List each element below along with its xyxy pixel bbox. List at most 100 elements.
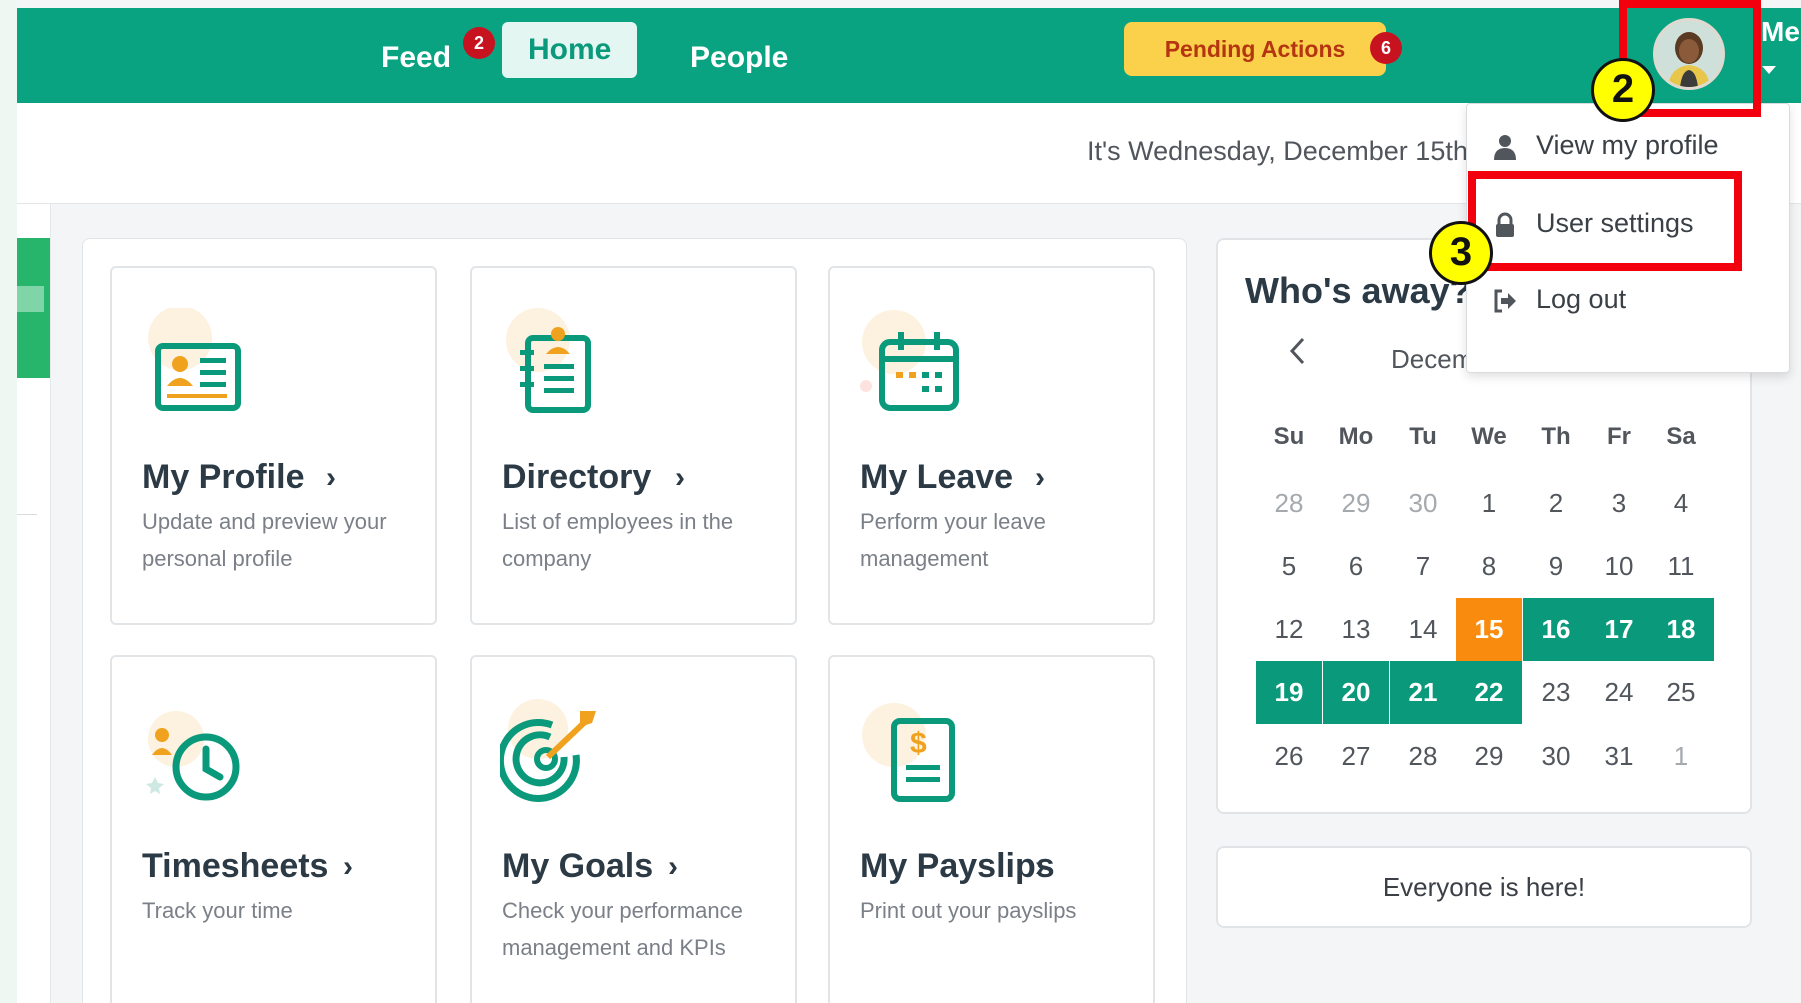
calendar-day[interactable]: 16 <box>1523 598 1589 661</box>
card-description: Check your performance management and KP… <box>502 898 743 960</box>
sidebar-divider <box>17 514 37 515</box>
annotation-step-2: 2 <box>1591 58 1655 122</box>
calendar-day[interactable]: 29 <box>1323 472 1389 535</box>
card-my-profile[interactable]: My Profile › Update and preview your per… <box>110 266 437 625</box>
annotation-step-3: 3 <box>1429 221 1493 285</box>
calendar-day[interactable]: 9 <box>1523 535 1589 598</box>
calendar-day[interactable]: 23 <box>1523 661 1589 724</box>
calendar-day[interactable]: 7 <box>1390 535 1456 598</box>
calendar-day[interactable]: 26 <box>1256 725 1322 788</box>
menu-item-view-profile[interactable]: View my profile <box>1492 125 1719 165</box>
calendar-day[interactable]: 15 <box>1456 598 1522 661</box>
calendar-day[interactable]: 30 <box>1523 725 1589 788</box>
card-description: Track your time <box>142 898 293 923</box>
chevron-right-icon: › <box>1035 461 1045 494</box>
feed-badge: 2 <box>463 27 495 59</box>
logout-icon <box>1494 289 1516 313</box>
chevron-right-icon: › <box>1035 850 1045 883</box>
everyone-here-message: Everyone is here! <box>1216 846 1752 928</box>
calendar-day[interactable]: 8 <box>1456 535 1522 598</box>
pending-actions-button[interactable]: Pending Actions <box>1124 22 1386 76</box>
card-description: Print out your payslips <box>860 898 1077 923</box>
calendar-day[interactable]: 29 <box>1456 725 1522 788</box>
chevron-right-icon: › <box>675 461 685 494</box>
payslip-icon: $ <box>862 703 955 802</box>
nav-home[interactable]: Home <box>502 22 638 78</box>
nav-people[interactable]: People <box>690 30 788 86</box>
card-title: My Payslips <box>860 847 1055 885</box>
directory-icon <box>506 308 591 413</box>
calendar-day[interactable]: 12 <box>1256 598 1322 661</box>
chevron-left-icon[interactable] <box>1287 336 1307 366</box>
calendar-day[interactable]: 10 <box>1586 535 1652 598</box>
chevron-right-icon: › <box>343 850 353 883</box>
menu-item-log-out[interactable]: Log out <box>1492 279 1626 319</box>
target-icon <box>500 699 596 802</box>
calendar-weekday: We <box>1471 423 1507 450</box>
calendar-day[interactable]: 2 <box>1523 472 1589 535</box>
calendar-day[interactable]: 13 <box>1323 598 1389 661</box>
calendar-day[interactable]: 5 <box>1256 535 1322 598</box>
calendar-day[interactable]: 1 <box>1456 472 1522 535</box>
card-directory[interactable]: Directory › List of employees in the com… <box>470 266 797 625</box>
card-title: My Profile <box>142 458 305 496</box>
card-description: List of employees in the company <box>502 509 734 571</box>
left-edge <box>0 0 17 1003</box>
calendar-day[interactable]: 1 <box>1648 725 1714 788</box>
calendar-weekday: Fr <box>1607 423 1631 450</box>
calendar-day[interactable]: 27 <box>1323 725 1389 788</box>
left-sidebar <box>17 100 51 1003</box>
nav-feed[interactable]: Feed <box>381 30 451 86</box>
user-icon <box>1494 134 1516 160</box>
sidebar-active-icon <box>17 286 44 312</box>
chevron-right-icon: › <box>326 461 336 494</box>
card-my-leave[interactable]: My Leave › Perform your leave management <box>828 266 1155 625</box>
whos-away-title: Who's away? <box>1245 270 1472 311</box>
page: Feed 2 Home People Pending Actions 6 Me … <box>0 0 1801 1003</box>
card-title: My Goals <box>502 847 654 885</box>
calendar-day[interactable]: 11 <box>1648 535 1714 598</box>
chevron-right-icon: › <box>668 850 678 883</box>
calendar-day[interactable]: 4 <box>1648 472 1714 535</box>
profile-card-icon <box>148 308 241 411</box>
calendar-day[interactable]: 24 <box>1586 661 1652 724</box>
calendar-icon <box>860 310 959 411</box>
calendar-day[interactable]: 19 <box>1256 661 1322 724</box>
card-title: Timesheets <box>142 847 329 885</box>
clock-icon <box>146 711 240 801</box>
calendar-day[interactable]: 22 <box>1456 661 1522 724</box>
card-description: Perform your leave management <box>860 509 1046 571</box>
card-title: My Leave <box>860 458 1014 496</box>
calendar-day[interactable]: 14 <box>1390 598 1456 661</box>
pending-actions-badge: 6 <box>1370 32 1402 64</box>
calendar-day[interactable]: 25 <box>1648 661 1714 724</box>
calendar-weekday: Tu <box>1409 423 1437 450</box>
me-menu-label[interactable]: Me <box>1761 16 1800 48</box>
card-my-payslips[interactable]: $ My Payslips › Print out your payslips <box>828 655 1155 1003</box>
top-navbar <box>17 8 1801 103</box>
calendar-day[interactable]: 20 <box>1323 661 1389 724</box>
calendar-weekday: Su <box>1273 423 1305 450</box>
chevron-down-icon[interactable] <box>1762 66 1776 74</box>
calendar-weekday: Sa <box>1666 423 1696 450</box>
annotation-highlight-user-settings <box>1468 171 1742 271</box>
calendar-day[interactable]: 17 <box>1586 598 1652 661</box>
date-greeting: It's Wednesday, December 15th <box>1087 136 1468 166</box>
menu-item-label: Log out <box>1536 284 1627 314</box>
calendar-day[interactable]: 21 <box>1390 661 1456 724</box>
calendar-day[interactable]: 6 <box>1323 535 1389 598</box>
calendar-day[interactable]: 31 <box>1586 725 1652 788</box>
calendar-weekday: Mo <box>1338 423 1374 450</box>
calendar-day[interactable]: 18 <box>1648 598 1714 661</box>
svg-text:$: $ <box>910 727 927 760</box>
card-title: Directory <box>502 458 652 496</box>
calendar-day[interactable]: 28 <box>1390 725 1456 788</box>
calendar-day[interactable]: 30 <box>1390 472 1456 535</box>
calendar-day[interactable]: 28 <box>1256 472 1322 535</box>
calendar-day[interactable]: 3 <box>1586 472 1652 535</box>
menu-item-label: View my profile <box>1536 130 1719 160</box>
card-timesheets[interactable]: Timesheets › Track your time <box>110 655 437 1003</box>
card-description: Update and preview your personal profile <box>142 509 387 571</box>
card-my-goals[interactable]: My Goals › Check your performance manage… <box>470 655 797 1003</box>
calendar-weekday: Th <box>1541 423 1571 450</box>
